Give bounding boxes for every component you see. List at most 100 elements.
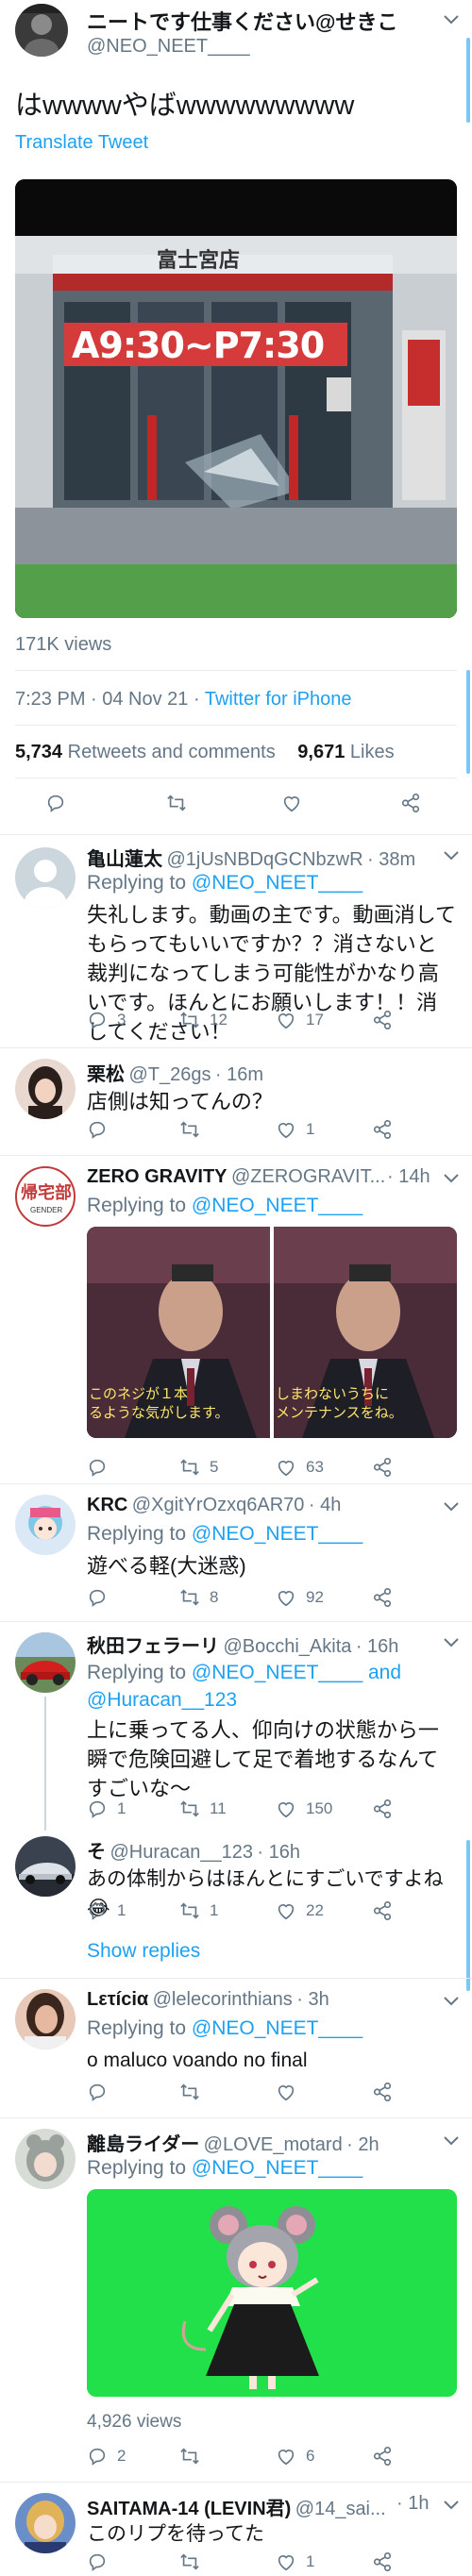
reply-author-name[interactable]: 亀山蓮太 [87, 849, 162, 870]
share-button[interactable] [372, 2551, 393, 2572]
like-button[interactable]: 92 [276, 1587, 324, 1608]
reply-author-handle[interactable]: @XgitYrOzxq6AR70 [132, 1495, 305, 1515]
share-button[interactable] [372, 1900, 393, 1921]
retweet-button[interactable] [179, 2551, 200, 2572]
avatar[interactable]: 帰宅部 GENDER [15, 1166, 76, 1227]
avatar[interactable] [15, 847, 76, 908]
scroll-indicator[interactable] [466, 670, 470, 774]
share-button[interactable] [372, 2082, 393, 2102]
avatar[interactable] [15, 1836, 76, 1897]
scroll-indicator[interactable] [466, 1840, 470, 1991]
avatar[interactable] [15, 1632, 76, 1693]
share-button[interactable] [372, 1010, 393, 1030]
retweet-button[interactable] [179, 1119, 200, 1140]
reply-author-name[interactable]: そ [87, 1842, 106, 1863]
avatar[interactable] [15, 1495, 76, 1555]
avatar[interactable] [15, 1989, 76, 2049]
share-button[interactable] [372, 1119, 393, 1140]
like-button[interactable] [276, 2082, 296, 2102]
reply-button[interactable] [45, 793, 66, 813]
like-button[interactable]: 17 [276, 1010, 324, 1030]
like-button[interactable] [281, 793, 302, 813]
scroll-indicator[interactable] [466, 38, 470, 123]
reply-author-handle[interactable]: @lelecorinthians [153, 1989, 293, 2010]
chevron-down-icon[interactable] [444, 1638, 459, 1648]
chevron-down-icon[interactable] [444, 2501, 459, 2510]
reply-button[interactable]: 3 [87, 1010, 126, 1030]
reply-author-name[interactable]: 秋田フェラーリ [87, 1636, 219, 1657]
reply-media-image[interactable]: しまわないうちに メンテナンスをね。 [274, 1227, 457, 1438]
replying-to-handle[interactable]: @NEO_NEET____ [192, 2157, 362, 2179]
like-button[interactable]: 63 [276, 1457, 324, 1478]
share-button[interactable] [400, 793, 421, 813]
chevron-down-icon[interactable] [444, 1174, 459, 1183]
reply-author-name[interactable]: Lετíciα [87, 1989, 148, 2010]
reply-author-handle[interactable]: @T_26gs [128, 1064, 211, 1085]
share-button[interactable] [372, 1457, 393, 1478]
replying-to-handle[interactable]: @NEO_NEET____ [192, 2017, 362, 2039]
reply-button[interactable] [87, 1587, 108, 1608]
translate-tweet-link[interactable]: Translate Tweet [15, 132, 148, 154]
retweet-button[interactable]: 5 [179, 1457, 218, 1478]
author-avatar[interactable] [15, 4, 68, 57]
retweet-button[interactable] [179, 2082, 200, 2102]
author-name[interactable]: ニートです仕事ください@せきこ [87, 6, 397, 36]
avatar[interactable] [15, 2129, 76, 2189]
tweet-media-photo[interactable]: 富士宮店 A9:30~P7:30 [15, 179, 457, 618]
author-handle[interactable]: @NEO_NEET____ [87, 36, 250, 58]
chevron-down-icon[interactable] [444, 15, 459, 25]
share-button[interactable] [372, 1587, 393, 1608]
retweet-button[interactable]: 12 [179, 1010, 228, 1030]
like-button[interactable]: 1 [276, 2551, 314, 2572]
reply-button[interactable]: 1 [87, 1798, 126, 1819]
reply-button[interactable]: 1 [87, 1900, 126, 1921]
share-button[interactable] [372, 1798, 393, 1819]
chevron-down-icon[interactable] [444, 851, 459, 861]
reply-author-name[interactable]: ZERO GRAVITY [87, 1166, 228, 1187]
like-button[interactable]: 22 [276, 1900, 324, 1921]
reply-author-handle[interactable]: @14_sai... [295, 2499, 386, 2519]
reply-author-name[interactable]: KRC [87, 1495, 127, 1515]
retweet-button[interactable]: 8 [179, 1587, 218, 1608]
replying-to-handle-2[interactable]: @Huracan__123 [87, 1689, 237, 1711]
retweets-stat[interactable]: 5,734 Retweets and comments [15, 742, 276, 762]
reply-button[interactable] [87, 2551, 108, 2572]
show-replies-link[interactable]: Show replies [87, 1940, 200, 1963]
reply-author-handle[interactable]: @ZEROGRAVIT... [231, 1166, 385, 1187]
replying-to-handle[interactable]: @NEO_NEET____ [192, 1523, 362, 1545]
replying-to-handle[interactable]: @NEO_NEET____ [192, 1662, 362, 1683]
reply-author-name[interactable]: 離島ライダー [87, 2134, 199, 2155]
like-button[interactable]: 1 [276, 1119, 314, 1140]
replying-to-and: and [362, 1662, 402, 1683]
reply-media-video[interactable] [87, 2189, 457, 2397]
chevron-down-icon[interactable] [444, 2136, 459, 2146]
retweet-button[interactable]: 1 [179, 1900, 218, 1921]
reply-media-image[interactable]: このネジが１本 るような気がします。 [87, 1227, 270, 1438]
reply-author-name[interactable]: 栗松 [87, 1064, 125, 1085]
chevron-down-icon[interactable] [444, 1502, 459, 1512]
avatar[interactable] [15, 1059, 76, 1119]
reply-button[interactable] [87, 1119, 108, 1140]
like-button[interactable]: 150 [276, 1798, 332, 1819]
replying-to-handle[interactable]: @NEO_NEET____ [192, 1195, 362, 1216]
retweet-button[interactable] [166, 793, 187, 813]
like-button[interactable]: 6 [276, 2446, 314, 2467]
replying-to-handle[interactable]: @NEO_NEET____ [192, 872, 362, 894]
reply-button[interactable] [87, 1457, 108, 1478]
reply-button[interactable] [87, 2082, 108, 2102]
avatar[interactable] [15, 2493, 76, 2553]
retweet-button[interactable]: 11 [179, 1798, 227, 1819]
reply-author-handle[interactable]: @1jUsNBDqGCNbzwR [166, 849, 362, 870]
reply-author-handle[interactable]: @Bocchi_Akita [223, 1636, 351, 1657]
retweet-button[interactable] [179, 2446, 200, 2467]
reply-author-handle[interactable]: @LOVE_motard [204, 2134, 343, 2155]
reply-icon [89, 2448, 106, 2466]
reply-button[interactable]: 2 [87, 2446, 126, 2467]
likes-stat[interactable]: 9,671 Likes [297, 742, 394, 762]
reply-author-handle[interactable]: @Huracan__123 [110, 1842, 253, 1863]
reply-time: · 4h [308, 1495, 342, 1515]
share-button[interactable] [372, 2446, 393, 2467]
client-link[interactable]: Twitter for iPhone [205, 689, 352, 710]
reply-author-name[interactable]: SAITAMA-14 (LEVIN君) [87, 2499, 291, 2519]
chevron-down-icon[interactable] [444, 1997, 459, 2006]
